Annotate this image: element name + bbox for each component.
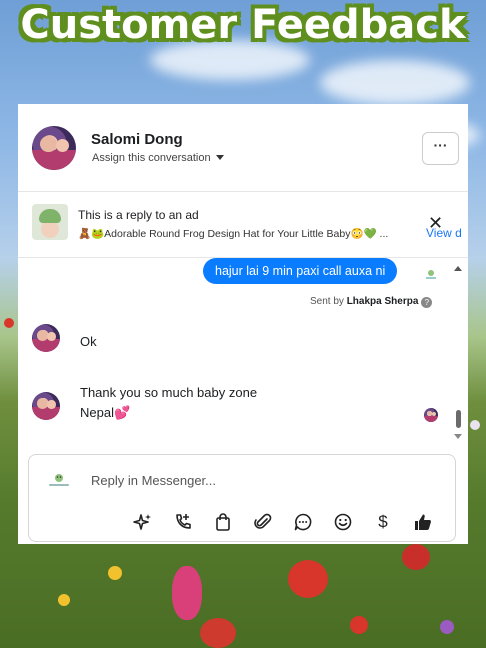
shopping-bag-icon[interactable] — [213, 512, 233, 532]
flower-decoration — [200, 618, 236, 648]
contact-name[interactable]: Salomi Dong — [91, 131, 183, 148]
conversation-panel: Salomi Dong Assign this conversation ···… — [18, 104, 468, 544]
emoji-icon[interactable] — [333, 512, 353, 532]
sparkle-icon[interactable] — [133, 512, 153, 532]
view-details-link[interactable]: View d — [426, 226, 468, 240]
ad-thumbnail[interactable] — [32, 204, 68, 240]
read-receipt-avatar — [424, 408, 438, 422]
incoming-message: Ok — [80, 334, 97, 349]
incoming-message-line: Nepal💕 — [80, 405, 131, 420]
incoming-message: Thank you so much baby zone Nepal💕 — [80, 383, 257, 423]
dollar-icon[interactable]: $ — [373, 512, 393, 532]
sent-by-prefix: Sent by — [310, 296, 347, 307]
message-thread: hajur lai 9 min paxi call auxa ni Sent b… — [18, 258, 468, 450]
conversation-header: Salomi Dong Assign this conversation ··· — [18, 104, 468, 192]
reply-input[interactable] — [91, 473, 391, 488]
scrollbar-thumb[interactable] — [456, 410, 461, 428]
contact-avatar — [32, 324, 60, 352]
outgoing-message-bubble: hajur lai 9 min paxi call auxa ni — [203, 258, 398, 284]
flower-decoration — [350, 616, 368, 634]
flower-decoration — [440, 620, 454, 634]
page-logo-icon — [426, 270, 436, 279]
more-options-button[interactable]: ··· — [422, 132, 459, 165]
attachment-icon[interactable] — [253, 512, 273, 532]
help-icon[interactable]: ? — [421, 297, 433, 308]
flower-decoration — [108, 566, 122, 580]
sent-by-label: Sent by Lhakpa Sherpa? — [310, 296, 433, 308]
scroll-up-arrow-icon[interactable] — [454, 266, 462, 271]
thumbs-up-icon[interactable] — [413, 512, 433, 532]
scroll-down-arrow-icon[interactable] — [454, 434, 462, 439]
flower-decoration — [402, 544, 430, 570]
sky-cloud — [320, 60, 470, 105]
reply-composer: $ — [28, 454, 456, 542]
assign-conversation-dropdown[interactable]: Assign this conversation — [92, 152, 224, 164]
flower-decoration — [58, 594, 70, 606]
page-logo-icon — [49, 474, 69, 486]
ad-reply-banner: This is a reply to an ad 🧸🐸Adorable Roun… — [18, 192, 468, 258]
page-title: Customer Feedback — [20, 2, 466, 48]
chat-bubble-icon[interactable] — [293, 512, 313, 532]
flower-decoration — [4, 318, 14, 328]
assign-label: Assign this conversation — [92, 152, 211, 164]
flower-decoration — [172, 566, 202, 620]
incoming-message-line: Thank you so much baby zone — [80, 385, 258, 400]
contact-avatar[interactable] — [32, 126, 76, 170]
ad-description: 🧸🐸Adorable Round Frog Design Hat for You… — [78, 228, 389, 240]
contact-avatar — [32, 392, 60, 420]
ad-reply-title: This is a reply to an ad — [78, 208, 199, 222]
flower-decoration — [288, 560, 328, 598]
sender-name: Lhakpa Sherpa — [346, 296, 419, 307]
call-icon[interactable] — [173, 512, 193, 532]
flower-decoration — [470, 420, 480, 430]
caret-down-icon — [215, 155, 224, 160]
